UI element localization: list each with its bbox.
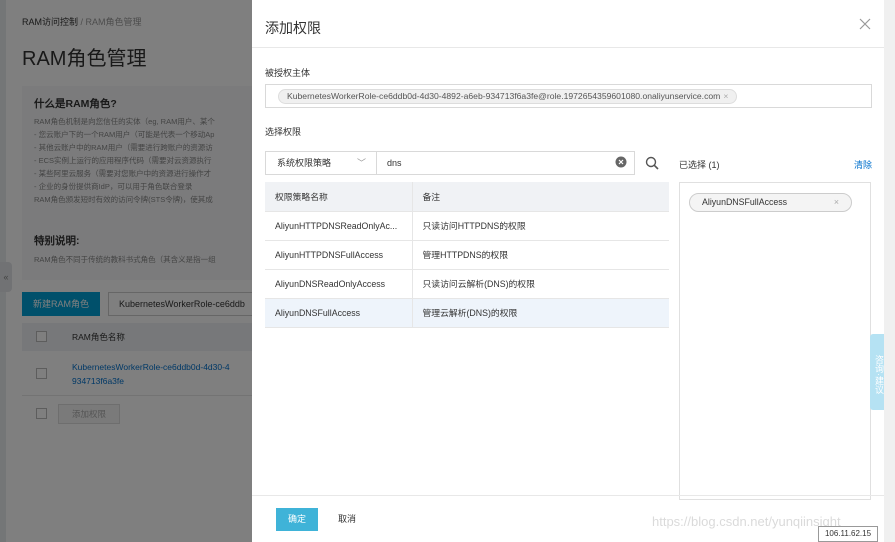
policy-name-cell: AliyunDNSFullAccess [265,298,413,328]
search-icon [645,156,659,170]
select-permission-label: 选择权限 [265,127,302,137]
drawer-title: 添加权限 [265,20,321,36]
principal-tag-close-icon[interactable]: × [723,91,728,101]
selected-policy-name: AliyunDNSFullAccess [702,197,788,207]
policy-type-select[interactable]: 系统权限策略 ﹀ [265,151,377,175]
table-row[interactable]: AliyunDNSFullAccess 管理云解析(DNS)的权限 [265,298,669,328]
policy-table-header: 权限策略名称 备注 [265,182,669,212]
feedback-side-tab[interactable]: 咨询·建议 [870,334,884,410]
table-row[interactable]: AliyunHTTPDNSReadOnlyAc... 只读访问HTTPDNS的权… [265,211,669,241]
policy-note-header: 备注 [412,182,669,212]
policy-table: 权限策略名称 备注 AliyunHTTPDNSReadOnlyAc... 只读访… [265,182,669,328]
principal-label: 被授权主体 [265,68,311,78]
principal-tag-text: KubernetesWorkerRole-ce6ddb0d-4d30-4892-… [287,91,721,101]
header-divider [252,47,884,48]
policy-type-value: 系统权限策略 [277,158,332,168]
search-button[interactable] [635,151,669,175]
clear-search-icon[interactable] [615,156,627,168]
policy-note-cell: 管理云解析(DNS)的权限 [412,298,669,328]
policy-name-cell: AliyunHTTPDNSFullAccess [265,240,413,270]
table-row[interactable]: AliyunHTTPDNSFullAccess 管理HTTPDNS的权限 [265,240,669,270]
chevron-down-icon: ﹀ [356,158,366,168]
principal-field[interactable]: KubernetesWorkerRole-ce6ddb0d-4d30-4892-… [265,84,872,108]
footer-divider [252,495,884,496]
table-row[interactable]: AliyunDNSReadOnlyAccess 只读访问云解析(DNS)的权限 [265,269,669,299]
policy-name-cell: AliyunHTTPDNSReadOnlyAc... [265,211,413,241]
principal-tag: KubernetesWorkerRole-ce6ddb0d-4d30-4892-… [278,89,738,104]
policy-name-header: 权限策略名称 [265,182,413,212]
add-permission-drawer: 添加权限 被授权主体 KubernetesWorkerRole-ce6ddb0d… [252,0,884,542]
remove-selected-icon[interactable]: × [834,194,839,211]
policy-name-cell: AliyunDNSReadOnlyAccess [265,269,413,299]
close-icon[interactable] [858,17,872,31]
cancel-button[interactable]: 取消 [327,508,367,531]
selected-panel: AliyunDNSFullAccess × [679,182,871,500]
policy-note-cell: 只读访问HTTPDNS的权限 [412,211,669,241]
page-scrollbar[interactable] [884,0,895,542]
policy-note-cell: 只读访问云解析(DNS)的权限 [412,269,669,299]
ip-label: 106.11.62.15 [818,526,878,542]
policy-note-cell: 管理HTTPDNS的权限 [412,240,669,270]
clear-selection-link[interactable]: 清除 [854,158,872,171]
modal-mask [0,0,252,542]
selected-policy-tag: AliyunDNSFullAccess × [689,193,852,212]
confirm-button[interactable]: 确定 [276,508,318,531]
selected-count-label: 已选择 (1) [679,160,720,170]
watermark: https://blog.csdn.net/yunqiinsight [652,514,841,529]
policy-search-input[interactable] [377,151,635,175]
